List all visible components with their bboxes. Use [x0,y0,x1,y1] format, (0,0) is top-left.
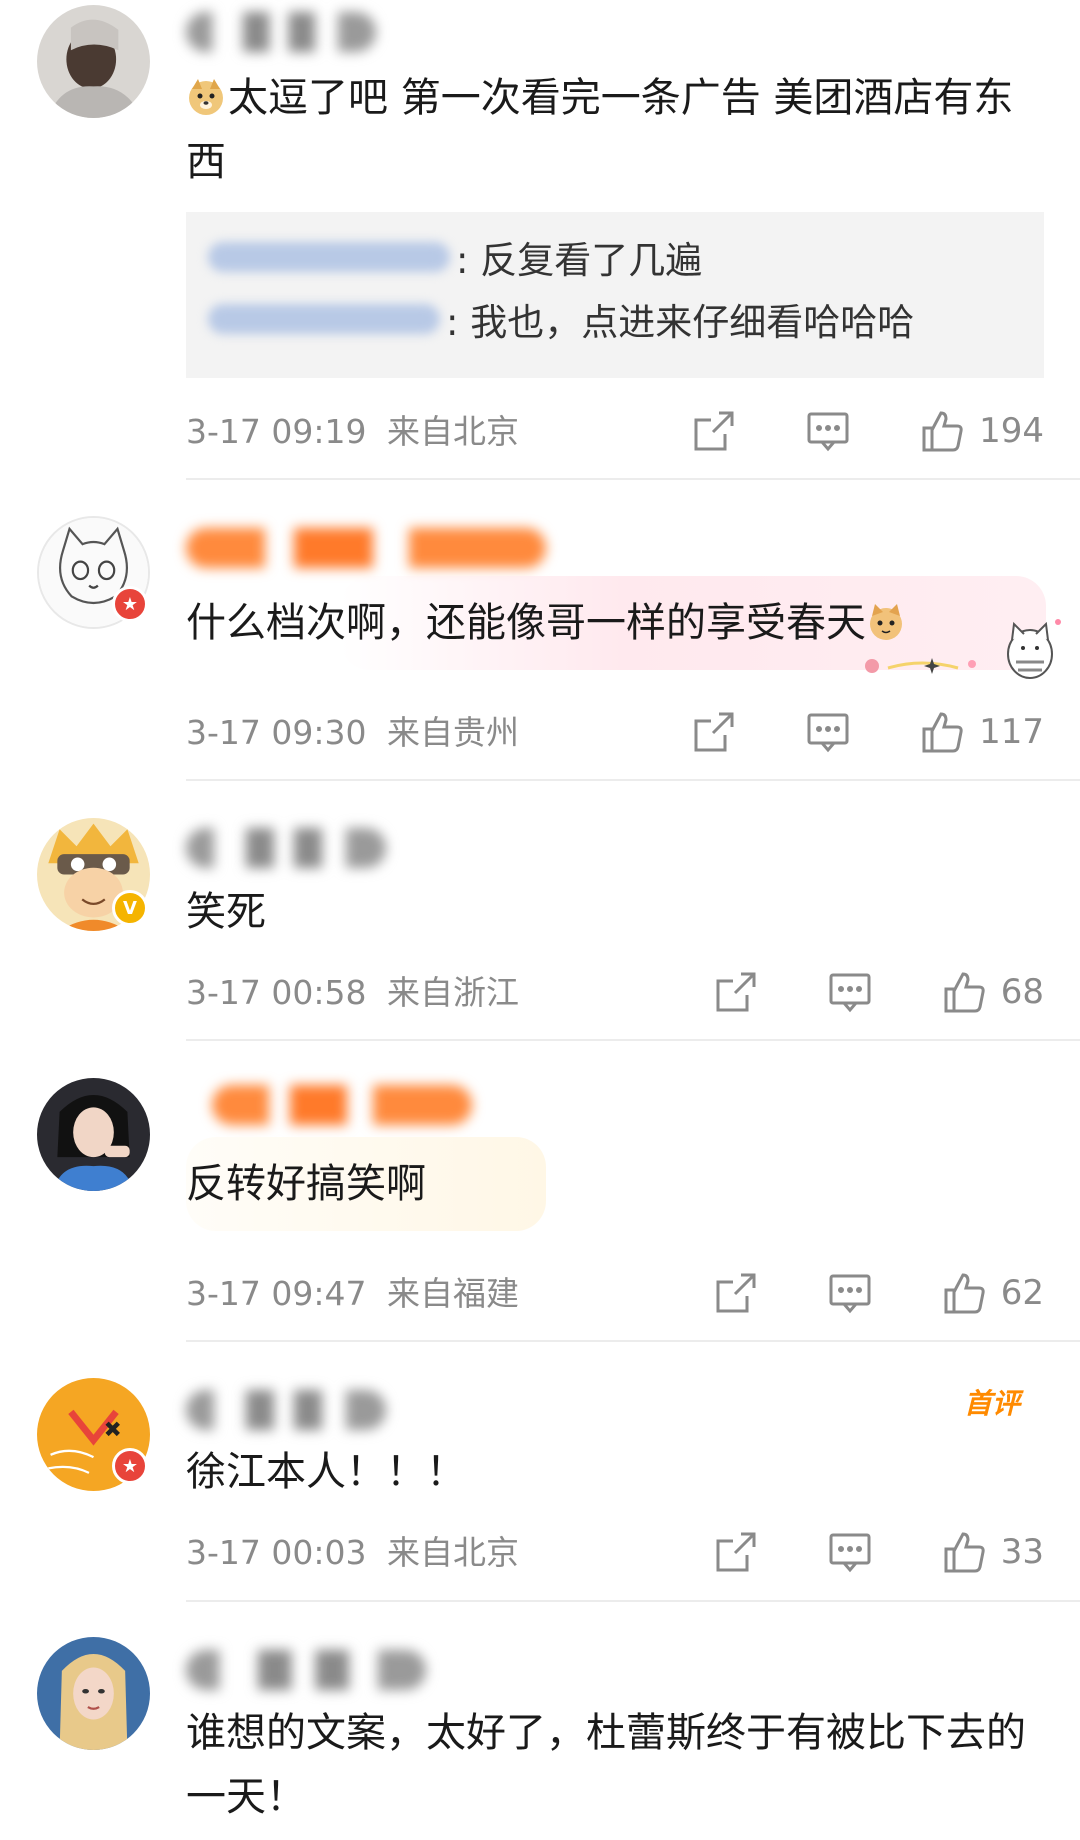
comment-icon[interactable] [827,1270,873,1316]
username[interactable] [186,12,376,52]
avatar[interactable] [37,1637,150,1750]
divider [186,478,1080,480]
comment-text: 谁想的文案，太好了，杜蕾斯终于有被比下去的一天！ [186,1710,1026,1820]
share-icon[interactable] [691,709,737,755]
timestamp: 3-17 00:58 [186,973,367,1012]
like-count: 68 [1000,972,1044,1012]
first-comment-tag: 首评 [963,1387,1020,1420]
comment-actions: 33 [713,1529,1044,1575]
doge-emoji-icon [186,72,226,115]
flower-sparkle-icon [862,652,992,678]
comment-meta: 3-17 09:47 来自福建 [186,1272,519,1316]
avatar-image [37,1637,150,1750]
timestamp: 3-17 09:30 [186,713,367,752]
share-icon[interactable] [691,408,737,454]
thumbs-up-icon[interactable] [941,969,987,1015]
thumbs-up-icon[interactable] [941,1529,987,1575]
share-icon[interactable] [713,1270,759,1316]
comment-actions: 194 [691,408,1044,454]
cat-emoji-icon [866,597,906,640]
comment-text: 笑死 [186,889,266,935]
reply-item: : 我也，点进来仔细看哈哈哈 [208,288,1022,350]
location: 来自福建 [387,1274,519,1313]
divider [186,1340,1080,1342]
like-count: 33 [1000,1532,1044,1572]
cat-sticker-icon [990,612,1068,682]
avatar-image [37,1078,150,1191]
location: 来自贵州 [387,713,519,752]
comment-icon[interactable] [805,709,851,755]
reply-preview[interactable]: : 反复看了几遍 : 我也，点进来仔细看哈哈哈 [186,212,1044,378]
comment-icon[interactable] [827,969,873,1015]
divider [186,779,1080,781]
reply-username[interactable] [208,304,440,334]
username[interactable] [186,528,546,568]
share-icon[interactable] [713,1529,759,1575]
comment-icon[interactable] [805,408,851,454]
comment-text: 什么档次啊，还能像哥一样的享受春天 [186,591,1040,655]
verified-badge: V [112,890,148,926]
comment-text: 太逗了吧 第一次看完一条广告 美团酒店有东西 [186,66,1040,194]
thumbs-up-icon[interactable] [919,709,965,755]
location: 来自浙江 [387,973,519,1012]
username[interactable] [186,1650,426,1690]
comment-actions: 62 [713,1270,1044,1316]
comment-meta: 3-17 09:19 来自北京 [186,410,519,454]
like-count: 117 [979,712,1044,752]
avatar-image [37,5,150,118]
comment-meta: 3-17 00:03 来自北京 [186,1531,519,1575]
divider [186,1039,1080,1041]
like-count: 194 [979,411,1044,451]
username[interactable] [186,828,386,868]
avatar[interactable] [37,1078,150,1191]
comment-actions: 68 [713,969,1044,1015]
location: 来自北京 [387,412,519,451]
username[interactable] [212,1085,472,1125]
thumbs-up-icon[interactable] [941,1270,987,1316]
like-count: 62 [1000,1273,1044,1313]
comment-meta: 3-17 00:58 来自浙江 [186,971,519,1015]
comment-text: 徐江本人！！！ [186,1449,466,1495]
verified-badge: ★ [112,586,148,622]
timestamp: 3-17 09:19 [186,412,367,451]
reply-text: : 我也，点进来仔细看哈哈哈 [446,301,915,344]
reply-item: : 反复看了几遍 [208,226,1022,288]
comment-actions: 117 [691,709,1044,755]
reply-username[interactable] [208,242,450,272]
avatar[interactable] [37,5,150,118]
comment-feed: 太逗了吧 第一次看完一条广告 美团酒店有东西 : 反复看了几遍 : 我也，点进来… [0,0,1080,1840]
divider [186,1600,1080,1602]
verified-badge: ★ [112,1448,148,1484]
thumbs-up-icon[interactable] [919,408,965,454]
comment-text: 反转好搞笑啊 [186,1161,426,1207]
timestamp: 3-17 00:03 [186,1533,367,1572]
comment-icon[interactable] [827,1529,873,1575]
location: 来自北京 [387,1533,519,1572]
comment-meta: 3-17 09:30 来自贵州 [186,711,519,755]
username[interactable] [186,1390,386,1430]
share-icon[interactable] [713,969,759,1015]
reply-text: : 反复看了几遍 [456,239,703,282]
timestamp: 3-17 09:47 [186,1274,367,1313]
